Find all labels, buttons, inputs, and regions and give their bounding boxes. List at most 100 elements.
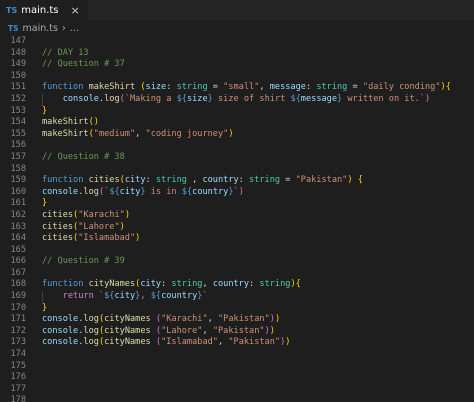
- code-text: console.log(`${city} is in ${country}`): [26, 187, 474, 199]
- code-token: "coding journey": [145, 128, 229, 139]
- code-line[interactable]: 155 makeShirt("medium", "coding journey"): [0, 129, 474, 141]
- code-token: ): [347, 175, 358, 186]
- code-line[interactable]: 153}: [0, 106, 474, 118]
- code-line[interactable]: 160 console.log(`${city} is in ${country}…: [0, 187, 474, 199]
- code-line[interactable]: 165: [0, 245, 474, 257]
- breadcrumb-more[interactable]: ...: [70, 23, 79, 34]
- editor-tab-bar: TS main.ts ×: [0, 0, 474, 20]
- code-token: function: [42, 175, 89, 186]
- code-text: // DAY 13: [26, 48, 474, 60]
- code-token: cities: [88, 175, 120, 186]
- code-line[interactable]: 150: [0, 71, 474, 83]
- code-token: cities: [42, 233, 74, 244]
- code-line[interactable]: 175: [0, 361, 474, 373]
- code-token: "Pakistan": [295, 175, 348, 186]
- code-token: country: [202, 175, 239, 186]
- line-number: 164: [10, 233, 26, 244]
- code-line[interactable]: 147: [0, 36, 474, 48]
- code-line[interactable]: 156: [0, 140, 474, 152]
- line-number: 155: [10, 128, 26, 139]
- code-token: function: [42, 82, 89, 93]
- code-token: :: [166, 82, 177, 93]
- code-line[interactable]: 171 console.log(cityNames ("Karachi", "Pa…: [0, 314, 474, 326]
- code-editor[interactable]: 147 148 // DAY 13 149 // Question # 37 150 151…: [0, 36, 474, 402]
- code-token: city: [124, 175, 146, 186]
- code-text: }: [26, 106, 474, 118]
- code-token: "Islamabad": [78, 233, 136, 244]
- code-token: is in: [145, 186, 182, 197]
- code-line[interactable]: 158: [0, 164, 474, 176]
- code-token: (): [88, 117, 99, 128]
- line-number: 163: [10, 221, 26, 232]
- line-number: 154: [10, 117, 26, 128]
- close-icon[interactable]: ×: [71, 4, 80, 17]
- code-line[interactable]: 166 // Question # 39: [0, 256, 474, 268]
- code-line[interactable]: 177: [0, 384, 474, 396]
- code-token: city: [119, 186, 141, 197]
- code-token: makeShirt: [42, 128, 89, 139]
- code-token: cityNames: [104, 314, 156, 325]
- code-token: "Karachi": [78, 209, 125, 220]
- code-line[interactable]: 173 console.log(cityNames ("Islamabad", "…: [0, 337, 474, 349]
- code-line[interactable]: 164 cities("Islamabad"): [0, 233, 474, 245]
- line-number: 152: [10, 93, 26, 104]
- line-number: 151: [10, 82, 26, 93]
- code-token: console: [42, 186, 79, 197]
- code-line[interactable]: 151 function makeShirt (size: string = "s…: [0, 82, 474, 94]
- line-number: 148: [10, 47, 26, 58]
- code-token: country: [212, 279, 250, 290]
- code-token: cities: [42, 209, 74, 220]
- code-token: ${: [181, 186, 193, 197]
- code-line[interactable]: 167: [0, 268, 474, 280]
- code-token: }: [42, 105, 48, 116]
- line-number: 171: [10, 314, 26, 325]
- code-line[interactable]: 168 function cityNames(city: string, coun…: [0, 279, 474, 291]
- code-line[interactable]: 152 console.log(`Making a ${size} size o…: [0, 93, 474, 106]
- code-text: // Question # 38: [26, 152, 474, 164]
- code-line[interactable]: 148 // DAY 13: [0, 48, 474, 60]
- code-line[interactable]: 169 return `${city}, ${country}`: [0, 291, 474, 303]
- code-line[interactable]: 174: [0, 349, 474, 361]
- code-token: =: [280, 175, 296, 186]
- code-text: makeShirt("medium", "coding journey"): [26, 129, 474, 141]
- code-line[interactable]: 159 function cities(city: string , countr…: [0, 175, 474, 187]
- code-line[interactable]: 162 cities("Karachi"): [0, 210, 474, 222]
- chevron-right-icon: ›: [61, 22, 66, 34]
- code-token: `: [202, 291, 208, 302]
- breadcrumb-file[interactable]: main.ts: [23, 23, 58, 34]
- tab-main-ts[interactable]: TS main.ts ×: [0, 0, 88, 20]
- code-line[interactable]: 157 // Question # 38: [0, 152, 474, 164]
- code-token: "Lahore": [161, 325, 203, 336]
- code-line[interactable]: 170}: [0, 303, 474, 315]
- code-token: "Islamabad": [161, 337, 218, 348]
- code-text: return `${city}, ${country}`: [26, 291, 474, 303]
- code-line[interactable]: 178: [0, 395, 474, 402]
- code-line[interactable]: 161}: [0, 198, 474, 210]
- typescript-file-icon: TS: [6, 6, 18, 15]
- code-line[interactable]: 172 console.log(cityNames ("Lahore", "Pak…: [0, 326, 474, 338]
- code-token: ,: [259, 82, 270, 93]
- line-number: 165: [10, 244, 26, 255]
- code-token: ,: [140, 291, 151, 302]
- code-token: "small": [223, 82, 260, 93]
- line-number: 150: [10, 70, 26, 81]
- code-token: log: [104, 93, 120, 104]
- code-token: =: [207, 82, 224, 93]
- code-line[interactable]: 149 // Question # 37: [0, 59, 474, 71]
- code-token: string: [155, 175, 187, 186]
- code-line[interactable]: 154 makeShirt(): [0, 117, 474, 129]
- code-token: makeShirt: [88, 82, 141, 93]
- code-token: string: [316, 82, 348, 93]
- code-token: log: [83, 314, 99, 325]
- code-token: ${: [290, 93, 301, 104]
- code-token: string: [171, 279, 203, 290]
- code-line[interactable]: 176: [0, 372, 474, 384]
- code-line[interactable]: 163 cities("Lahore"): [0, 222, 474, 234]
- code-token: ,: [186, 175, 203, 186]
- code-token: function: [42, 279, 89, 290]
